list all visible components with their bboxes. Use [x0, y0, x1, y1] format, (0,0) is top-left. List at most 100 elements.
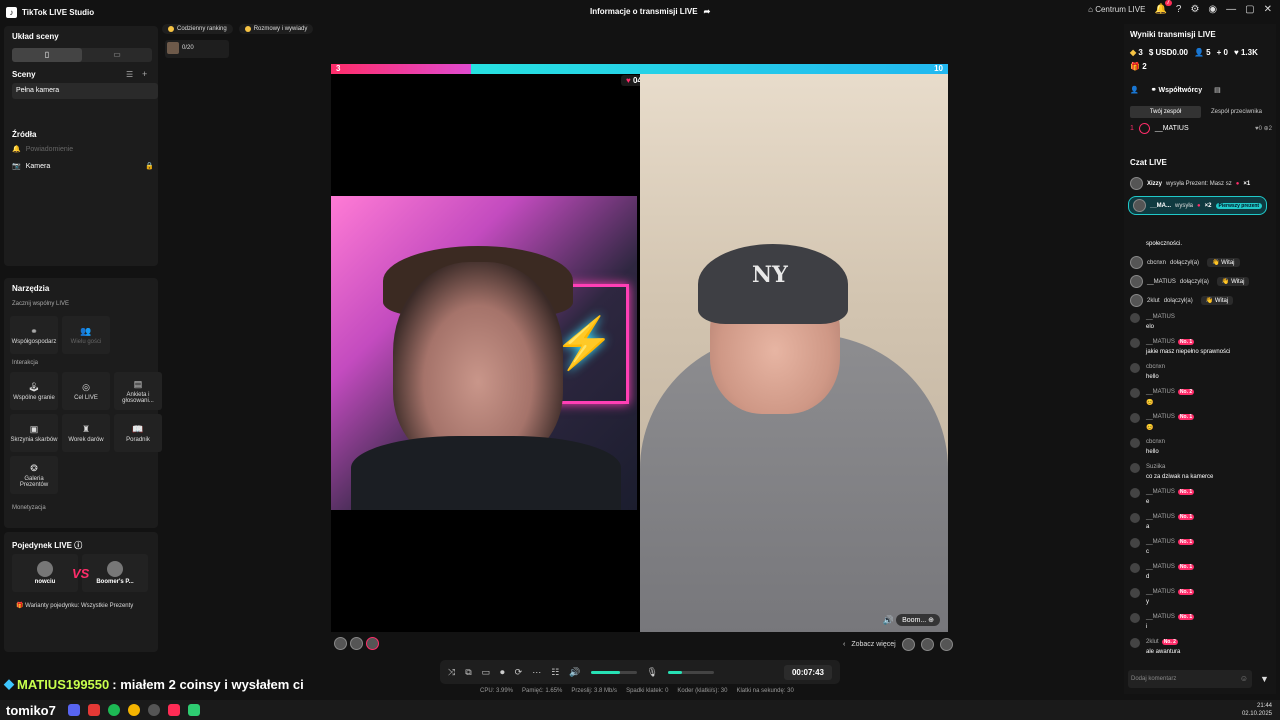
cohost-button[interactable]: ⚭ Współgospodarz [10, 316, 58, 354]
shuffle-icon[interactable]: ⤨ [448, 667, 455, 678]
tool-guide[interactable]: 📖 Poradnik [114, 414, 162, 452]
team-member-row[interactable]: 1 __MATIUS ♥0 ⊕2 [1130, 123, 1272, 134]
obs-icon[interactable] [147, 704, 160, 716]
tool-gift-bag[interactable]: ♜ Worek darów [62, 414, 110, 452]
mic-volume-slider[interactable] [667, 670, 714, 674]
list-icon[interactable]: ▤ [1214, 86, 1221, 94]
chat-message[interactable]: __MATIUS No. 1 d [1130, 563, 1270, 585]
chat-message[interactable]: __MATIUS No. 1 c [1130, 538, 1270, 560]
chrome-icon[interactable] [127, 704, 140, 716]
tool-label: Ankieta i głosowani... [122, 391, 154, 404]
tab-opponent-team[interactable]: Zespół przeciwnika [1201, 106, 1272, 118]
welcome-label: Witaj [1221, 260, 1235, 266]
tool-treasure-chest[interactable]: ▣ Skrzynia skarbów [10, 414, 58, 452]
info-icon[interactable]: ⓘ [74, 541, 82, 550]
landscape-layout-icon[interactable]: ▭ [82, 48, 152, 62]
app-icon[interactable] [87, 704, 100, 716]
speaker-icon[interactable]: 🔊 [569, 667, 580, 678]
avatar[interactable]: ◉ [1208, 4, 1217, 15]
duel-player-right[interactable]: Boomer's P... [82, 554, 148, 592]
layout-toggle[interactable]: ▯ ▭ [12, 48, 152, 62]
welcome-button[interactable]: 👋 Witaj [1207, 258, 1240, 267]
center-live-button[interactable]: ⌂ Centrum LIVE [1088, 5, 1145, 14]
mini-goal-widget[interactable]: 0/20 [165, 40, 229, 58]
multi-guest-button[interactable]: 👥 Wielu gości [62, 316, 110, 354]
avatar[interactable] [939, 638, 953, 651]
filters-icon[interactable]: ☷ [551, 667, 559, 678]
chat-message[interactable]: 2klut No. 2 ale awantura [1130, 638, 1270, 660]
opponent-name-tag[interactable]: Boom... ⊕ [896, 614, 940, 626]
chat-user-name: __MATIUS [1146, 414, 1175, 420]
system-tray-clock[interactable]: 21:44 02.10.2025 [1242, 702, 1272, 718]
chat-message[interactable]: cbcnxn hello [1130, 438, 1270, 460]
chat-message[interactable]: __MATIUS No. 1 y [1130, 588, 1270, 610]
bell-icon[interactable]: 🔔 7 [1154, 0, 1172, 15]
avatar[interactable] [920, 638, 934, 651]
tiktok-icon[interactable] [167, 704, 180, 716]
avatar[interactable] [901, 638, 915, 651]
source-camera[interactable]: 📷 Kamera 🔒 [12, 160, 154, 174]
speaker-volume-slider[interactable] [590, 670, 637, 674]
source-notification[interactable]: 🔔 Powiadomienie [12, 143, 154, 157]
maximize-icon[interactable]: ▢ [1245, 4, 1254, 15]
record-icon[interactable]: ⏺ [500, 667, 505, 678]
chat-user: __MATIUS No. 1 [1146, 514, 1195, 520]
tool-poll[interactable]: ▤ Ankieta i głosowani... [114, 372, 162, 410]
minimize-icon[interactable]: — [1226, 4, 1236, 15]
tool-joint-play[interactable]: 🕹 Wspólne granie [10, 372, 58, 410]
speaker-icon[interactable]: 🔊 [883, 615, 894, 626]
daily-ranking-pill[interactable]: Codzienny ranking [162, 24, 233, 34]
screen-icon[interactable]: ▭ [482, 667, 491, 678]
help-icon[interactable]: ? [1176, 4, 1182, 15]
close-icon[interactable]: ✕ [1264, 4, 1272, 15]
chat-message[interactable]: __MATIUS elo [1130, 313, 1270, 335]
chat-message[interactable]: __MATIUS No. 2 😊 [1130, 388, 1270, 410]
chat-message[interactable]: __MATIUS No. 1 😊 [1130, 413, 1270, 435]
more-icon[interactable]: ⋯ [532, 667, 541, 678]
scene-item-full-camera[interactable]: Pełna kamera [12, 83, 158, 99]
discord-icon[interactable] [67, 704, 80, 716]
welcome-button[interactable]: 👋 Witaj [1216, 277, 1250, 286]
live-preview[interactable]: 3 10 ♥ 04:07 ⚡ NY 🔊 Boom... ⊕ [331, 64, 948, 632]
app-icon[interactable] [187, 704, 200, 716]
duel-player-left[interactable]: nowciu [12, 554, 78, 592]
gear-icon[interactable]: ⚙ [1190, 4, 1199, 15]
comment-input[interactable]: Dodaj komentarz ☺ [1128, 670, 1252, 688]
chat-message[interactable]: __MATIUS No. 1 e [1130, 488, 1270, 510]
add-scene-icon[interactable]: + [142, 69, 147, 79]
opponent-label: Boom... [902, 617, 927, 624]
mic-icon[interactable]: 🎙 [647, 667, 658, 678]
layout-icon[interactable]: ⧉ [465, 667, 471, 678]
tab-your-team[interactable]: Twój zespół [1130, 106, 1201, 118]
cohosts-tab[interactable]: ⚭ Współtwórcy [1151, 86, 1202, 94]
avatar[interactable] [366, 637, 379, 650]
spotify-icon[interactable] [107, 704, 120, 716]
lock-icon[interactable]: 🔒 [145, 160, 154, 174]
emoji-icon[interactable]: ☺ [1240, 670, 1248, 688]
person-icon[interactable]: 👤 [1130, 86, 1139, 94]
talks-pill[interactable]: Rozmowy i wywiady [238, 24, 314, 34]
chat-message[interactable]: cbcnxn hello [1130, 363, 1270, 385]
avatar [1130, 513, 1140, 523]
gift-icon: 🎁 [16, 603, 24, 609]
replay-icon[interactable]: ⟳ [515, 667, 523, 678]
stream-info-link[interactable]: Informacje o transmisji LIVE ➦ [590, 7, 710, 16]
chat-message[interactable]: __MATIUS No. 1 jakie masz niepełno sprawno… [1130, 338, 1270, 360]
host-face [393, 262, 563, 462]
welcome-button[interactable]: 👋 Witaj [1200, 296, 1234, 305]
clock-date: 02.10.2025 [1241, 711, 1272, 717]
avatar[interactable] [334, 637, 347, 650]
chat-message[interactable]: Suziika co za dziwak na kamerce [1130, 463, 1270, 485]
tool-live-goal[interactable]: ◎ Cel LIVE [62, 372, 110, 410]
tool-gift-gallery[interactable]: ❂ Galeria Prezentów [10, 456, 58, 494]
portrait-layout-icon[interactable]: ▯ [12, 48, 82, 62]
list-icon[interactable]: ☰ [126, 70, 133, 79]
chat-message[interactable]: __MATIUS No. 1 i [1130, 613, 1270, 635]
duel-variants[interactable]: 🎁 Warianty pojedynku: Wszystkie Prezenty [16, 602, 133, 609]
chat-message[interactable]: __MATIUS No. 1 a [1130, 513, 1270, 535]
chat-user-name: Suziika [1146, 464, 1166, 470]
metric-follows: + 0 [1216, 48, 1228, 57]
filter-icon[interactable]: ▼ [1260, 674, 1269, 684]
avatar[interactable] [350, 637, 363, 650]
see-more[interactable]: ‹ Zobacz więcej [843, 638, 953, 651]
